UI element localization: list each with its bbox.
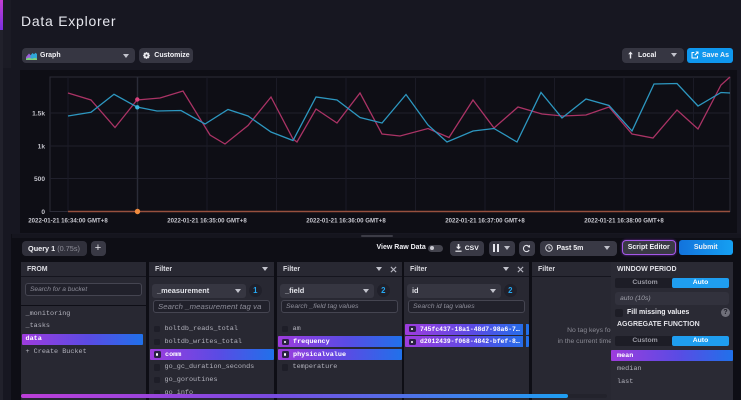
svg-text:1.5k: 1.5k <box>32 110 45 117</box>
svg-text:2022-01-21 16:37:00 GMT+8: 2022-01-21 16:37:00 GMT+8 <box>445 218 525 225</box>
svg-text:2022-01-21 16:35:00 GMT+8: 2022-01-21 16:35:00 GMT+8 <box>167 218 247 225</box>
svg-text:1k: 1k <box>38 143 46 150</box>
svg-text:500: 500 <box>34 176 45 183</box>
svg-text:2022-01-21 16:36:00 GMT+8: 2022-01-21 16:36:00 GMT+8 <box>306 218 386 225</box>
svg-text:2022-01-21 16:38:00 GMT+8: 2022-01-21 16:38:00 GMT+8 <box>584 218 664 225</box>
svg-text:2022-01-21 16:34:00 GMT+8: 2022-01-21 16:34:00 GMT+8 <box>28 218 108 225</box>
svg-text:0: 0 <box>41 209 45 216</box>
